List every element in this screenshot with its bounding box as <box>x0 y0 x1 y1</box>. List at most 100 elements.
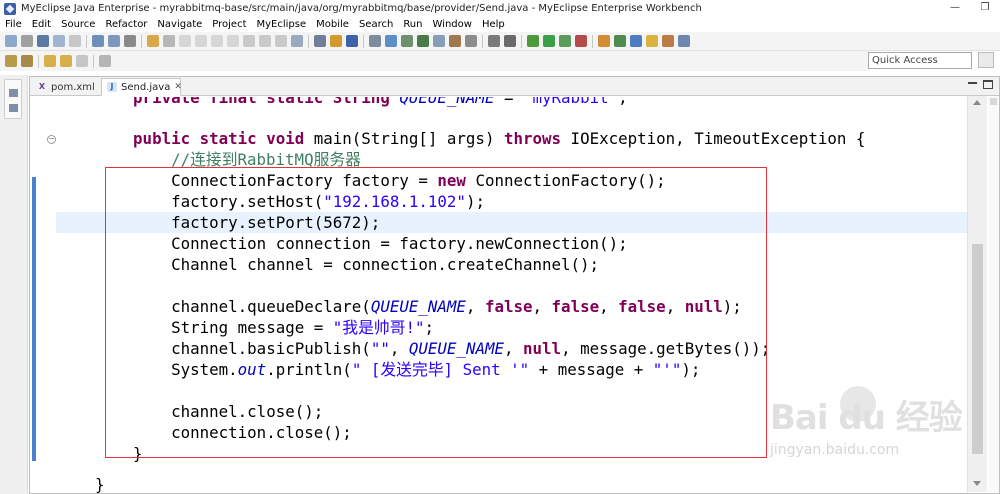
tab-pom-xml[interactable]: X pom.xml <box>32 78 96 96</box>
window-title: MyEclipse Java Enterprise - myrabbitmq-b… <box>21 3 702 14</box>
vertical-scrollbar[interactable] <box>967 96 987 492</box>
settings-icon[interactable] <box>465 35 477 47</box>
vertical-ruler: − <box>30 97 56 493</box>
minimize-button[interactable]: — <box>940 0 970 17</box>
db-icon[interactable] <box>369 35 381 47</box>
watermark-url: jingyan.baidu.com <box>770 442 900 458</box>
open-type-icon[interactable] <box>92 35 104 47</box>
report-icon[interactable] <box>449 35 461 47</box>
minimized-view-stack <box>4 79 22 119</box>
code-line: factory.setHost("192.168.1.102"); <box>95 192 485 211</box>
menu-source[interactable]: Source <box>56 19 100 30</box>
new-package-icon[interactable] <box>614 35 626 47</box>
disabled-icon <box>179 35 191 47</box>
mobile-icon[interactable] <box>417 35 429 47</box>
code-line: channel.close(); <box>95 402 324 421</box>
disabled-icon <box>259 35 271 47</box>
menu-myeclipse[interactable]: MyEclipse <box>252 19 312 30</box>
last-edit-icon[interactable] <box>76 55 88 67</box>
secondary-toolbar <box>0 51 870 71</box>
run-icon[interactable] <box>543 35 555 47</box>
editor-tab-bar: X pom.xml J Send.java ✕ <box>30 77 999 96</box>
new-class-icon[interactable] <box>630 35 642 47</box>
open-task-icon[interactable] <box>108 35 120 47</box>
scroll-up-icon[interactable] <box>973 100 981 105</box>
myeclipse-app-icon <box>4 2 16 15</box>
menu-mobile[interactable]: Mobile <box>311 19 354 30</box>
close-tab-icon[interactable]: ✕ <box>174 79 182 96</box>
back-icon[interactable] <box>44 55 56 67</box>
open-folder-icon[interactable] <box>646 35 658 47</box>
new-icon[interactable] <box>5 35 17 47</box>
forward-icon[interactable] <box>60 55 72 67</box>
menu-window[interactable]: Window <box>428 19 477 30</box>
debug-icon[interactable] <box>527 35 539 47</box>
xml-file-icon: X <box>38 82 46 91</box>
tab-send-java[interactable]: J Send.java ✕ <box>101 78 182 96</box>
external-tools-icon[interactable] <box>575 35 587 47</box>
new-java-project-icon[interactable] <box>598 35 610 47</box>
browser-icon[interactable] <box>433 35 445 47</box>
code-line: public static void main(String[] args) t… <box>95 129 866 148</box>
save-all-icon[interactable] <box>53 35 65 47</box>
monitor-icon[interactable] <box>488 35 500 47</box>
open-perspective-button[interactable] <box>978 52 994 68</box>
menu-navigate[interactable]: Navigate <box>152 19 207 30</box>
menu-project[interactable]: Project <box>207 19 251 30</box>
code-line: } <box>95 444 143 463</box>
tab-label: pom.xml <box>51 81 95 93</box>
new-dropdown-icon[interactable] <box>21 35 33 47</box>
scroll-thumb[interactable] <box>972 244 983 454</box>
restore-view-icon[interactable] <box>9 89 18 97</box>
menu-search[interactable]: Search <box>354 19 398 30</box>
window-controls: — ❐ <box>940 0 1000 17</box>
code-line: } <box>95 475 105 493</box>
code-line: private final static String QUEUE_NAME =… <box>95 97 628 107</box>
change-marker <box>32 177 36 461</box>
pen-icon[interactable] <box>662 35 674 47</box>
code-line: connection.close(); <box>95 423 352 442</box>
disabled-icon <box>211 35 223 47</box>
code-line: String message = "我是帅哥!"; <box>95 318 435 337</box>
wrench-icon[interactable] <box>124 35 136 47</box>
toolbar-separator <box>363 34 364 48</box>
overview-ruler[interactable] <box>988 96 999 492</box>
disabled-icon <box>243 35 255 47</box>
deploy-icon[interactable] <box>330 35 342 47</box>
menu-help[interactable]: Help <box>477 19 510 30</box>
menu-run[interactable]: Run <box>398 19 427 30</box>
menu-file[interactable]: File <box>0 19 27 30</box>
menu-refactor[interactable]: Refactor <box>100 19 152 30</box>
server-icon[interactable] <box>314 35 326 47</box>
overview-marker <box>990 98 997 105</box>
code-line: Channel channel = connection.createChann… <box>95 255 600 274</box>
misc-icon[interactable] <box>678 35 690 47</box>
scroll-down-icon[interactable] <box>973 481 981 486</box>
save-icon[interactable] <box>37 35 49 47</box>
connect-icon[interactable] <box>385 35 397 47</box>
edit-icon[interactable] <box>163 35 175 47</box>
next-annotation-icon[interactable] <box>5 55 17 67</box>
toolbar-separator <box>93 54 94 68</box>
print-icon[interactable] <box>69 35 81 47</box>
package-explorer-icon[interactable] <box>9 104 18 112</box>
previous-annotation-icon[interactable] <box>21 55 33 67</box>
jar-icon[interactable] <box>346 35 358 47</box>
code-line: ConnectionFactory factory = new Connecti… <box>95 171 666 190</box>
minimize-editor-icon[interactable] <box>968 81 977 84</box>
run-last-icon[interactable] <box>559 35 571 47</box>
maximize-editor-icon[interactable] <box>983 80 993 89</box>
skip-breakpoints-icon[interactable] <box>291 35 303 47</box>
toolbar-separator <box>38 54 39 68</box>
console-icon[interactable] <box>504 35 516 47</box>
quick-access-input[interactable]: Quick Access <box>868 52 972 69</box>
code-line: factory.setPort(5672); <box>95 213 381 232</box>
java-file-icon: J <box>107 82 117 92</box>
pin-editor-icon[interactable] <box>99 55 111 67</box>
restore-button[interactable]: ❐ <box>970 0 1000 17</box>
fold-toggle-icon[interactable]: − <box>47 135 56 144</box>
toolbar-separator <box>482 34 483 48</box>
menu-edit[interactable]: Edit <box>27 19 56 30</box>
web-icon[interactable] <box>401 35 413 47</box>
annotation-nav-icon[interactable] <box>147 35 159 47</box>
